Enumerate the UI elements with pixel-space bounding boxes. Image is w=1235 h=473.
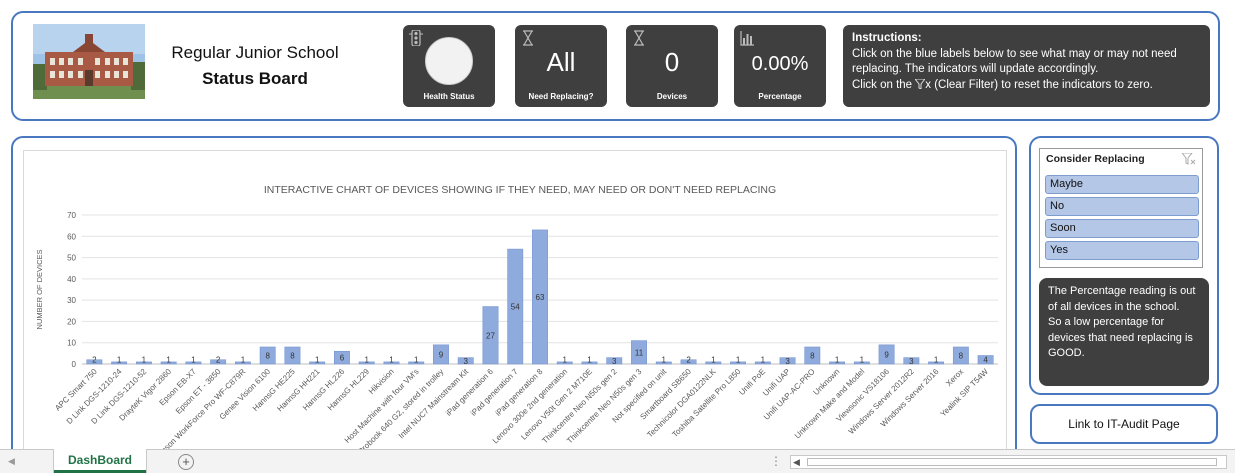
bar-data-label: 1 bbox=[563, 356, 568, 365]
hourglass-icon bbox=[523, 30, 533, 46]
chart-panel: INTERACTIVE CHART OF DEVICES SHOWING IF … bbox=[11, 136, 1017, 466]
x-tick-label: HannsG HH221 bbox=[275, 367, 322, 414]
slicer-item-yes[interactable]: Yes bbox=[1045, 241, 1199, 260]
tab-splitter-icon[interactable]: ⋮ bbox=[770, 454, 782, 468]
bar-data-label: 1 bbox=[166, 356, 171, 365]
slicer-panel: Consider Replacing Maybe No Soon Yes The… bbox=[1029, 136, 1219, 395]
bar-data-label: 1 bbox=[587, 356, 592, 365]
bar-data-label: 1 bbox=[364, 356, 369, 365]
instructions-line-2-start: Click on the bbox=[852, 78, 916, 91]
bar-data-label: 9 bbox=[439, 350, 444, 359]
tab-scroll-arrow-icon[interactable]: ◀ bbox=[8, 456, 15, 467]
bar-data-label: 54 bbox=[511, 303, 520, 312]
chart-title: INTERACTIVE CHART OF DEVICES SHOWING IF … bbox=[264, 184, 776, 196]
instructions-box: Instructions: Click on the blue labels b… bbox=[843, 25, 1210, 107]
bar-data-label: 8 bbox=[810, 351, 815, 360]
scrollbar-thumb[interactable] bbox=[807, 458, 1217, 466]
bar-data-label: 1 bbox=[736, 356, 741, 365]
sheet-tab-dashboard[interactable]: DashBoard bbox=[54, 449, 146, 473]
bar-data-label: 1 bbox=[860, 356, 865, 365]
percentage-label: Percentage bbox=[758, 92, 802, 101]
bar-data-label: 1 bbox=[934, 356, 939, 365]
device-chart: INTERACTIVE CHART OF DEVICES SHOWING IF … bbox=[35, 184, 998, 464]
need-replacing-value: All bbox=[546, 47, 576, 77]
bar-data-label: 27 bbox=[486, 331, 495, 340]
bar-data-label: 9 bbox=[884, 350, 889, 359]
bar-data-label: 3 bbox=[464, 357, 469, 366]
bar-data-label: 8 bbox=[959, 351, 964, 360]
clear-filter-icon bbox=[914, 78, 927, 90]
bar-data-label: 2 bbox=[92, 356, 97, 365]
instructions-line-2-end: x (Clear Filter) to reset the indicators… bbox=[925, 78, 1153, 91]
board-title: Status Board bbox=[202, 69, 308, 88]
bar-data-label: 3 bbox=[785, 357, 790, 366]
y-tick-label: 50 bbox=[67, 254, 76, 263]
percentage-tile: 0.00% Percentage bbox=[734, 25, 826, 107]
bar-data-label: 8 bbox=[265, 351, 270, 360]
x-tick-label: APC Smart 750 bbox=[53, 367, 99, 413]
slicer-item-maybe[interactable]: Maybe bbox=[1045, 175, 1199, 194]
school-name: Regular Junior School bbox=[171, 43, 339, 62]
percentage-value: 0.00% bbox=[751, 53, 809, 75]
bar-data-label: 3 bbox=[909, 357, 914, 366]
need-replacing-tile: All Need Replacing? bbox=[515, 25, 607, 107]
bar-data-label: 11 bbox=[635, 348, 644, 357]
y-tick-label: 0 bbox=[72, 360, 77, 369]
it-audit-link-button[interactable]: Link to IT-Audit Page bbox=[1030, 404, 1218, 444]
x-tick-label: Yealink SIP T54W bbox=[938, 367, 990, 419]
bar-data-label: 1 bbox=[142, 356, 147, 365]
devices-tile: 0 Devices bbox=[626, 25, 718, 107]
instructions-title: Instructions: bbox=[852, 32, 922, 44]
bar-data-label: 1 bbox=[761, 356, 766, 365]
bar-data-label: 2 bbox=[216, 356, 221, 365]
bar-data-label: 3 bbox=[612, 357, 617, 366]
y-tick-label: 20 bbox=[67, 317, 76, 326]
y-tick-label: 30 bbox=[67, 296, 76, 305]
bar-data-label: 2 bbox=[686, 356, 691, 365]
x-tick-label: Xerox bbox=[944, 367, 965, 388]
bar-data-label: 1 bbox=[414, 356, 419, 365]
y-tick-label: 40 bbox=[67, 275, 76, 284]
hourglass-icon bbox=[634, 30, 644, 46]
school-photo bbox=[33, 24, 145, 99]
bar-data-label: 1 bbox=[241, 356, 246, 365]
need-replacing-label: Need Replacing? bbox=[528, 92, 594, 101]
health-status-label: Health Status bbox=[423, 92, 475, 101]
consider-replacing-slicer: Consider Replacing Maybe No Soon Yes bbox=[1039, 148, 1203, 268]
slicer-item-no[interactable]: No bbox=[1045, 197, 1199, 216]
bar-data-label: 1 bbox=[835, 356, 840, 365]
bar-data-label: 63 bbox=[536, 293, 545, 302]
bar-data-label: 8 bbox=[290, 351, 295, 360]
school-title: Regular Junior School Status Board bbox=[150, 40, 360, 92]
scroll-left-icon[interactable]: ◀ bbox=[793, 457, 800, 468]
health-status-tile: Health Status bbox=[403, 25, 495, 107]
health-status-indicator bbox=[425, 37, 473, 85]
slicer-item-soon[interactable]: Soon bbox=[1045, 219, 1199, 238]
add-sheet-icon[interactable]: + bbox=[178, 454, 194, 470]
y-tick-label: 10 bbox=[67, 339, 76, 348]
slicer-title: Consider Replacing bbox=[1046, 153, 1145, 165]
clear-filter-icon[interactable] bbox=[1182, 153, 1196, 165]
devices-value: 0 bbox=[664, 47, 680, 77]
bar-data-label: 1 bbox=[711, 356, 716, 365]
bar-data-label: 1 bbox=[315, 356, 320, 365]
instructions-line-2: Click on the x (Clear Filter) to reset t… bbox=[852, 78, 1201, 94]
horizontal-scrollbar[interactable]: ◀ bbox=[790, 455, 1227, 469]
bar-data-label: 1 bbox=[191, 356, 196, 365]
bar-data-label: 1 bbox=[117, 356, 122, 365]
bar-data-label: 1 bbox=[389, 356, 394, 365]
chart-frame: INTERACTIVE CHART OF DEVICES SHOWING IF … bbox=[23, 150, 1007, 464]
devices-label: Devices bbox=[656, 92, 688, 101]
y-tick-label: 60 bbox=[67, 232, 76, 241]
bar-data-label: 4 bbox=[983, 356, 988, 365]
bar-chart-icon bbox=[740, 31, 754, 46]
sheet-tab-bar: ◀ DashBoard + ⋮ ◀ bbox=[0, 449, 1235, 473]
traffic-light-icon bbox=[409, 30, 423, 46]
instructions-line-1: Click on the blue labels below to see wh… bbox=[852, 47, 1177, 76]
y-axis-label: NUMBER OF DEVICES bbox=[35, 249, 44, 329]
bar-data-label: 6 bbox=[340, 354, 345, 363]
y-tick-label: 70 bbox=[67, 211, 76, 220]
percentage-note: The Percentage reading is out of all dev… bbox=[1039, 278, 1209, 386]
bar-data-label: 1 bbox=[662, 356, 667, 365]
